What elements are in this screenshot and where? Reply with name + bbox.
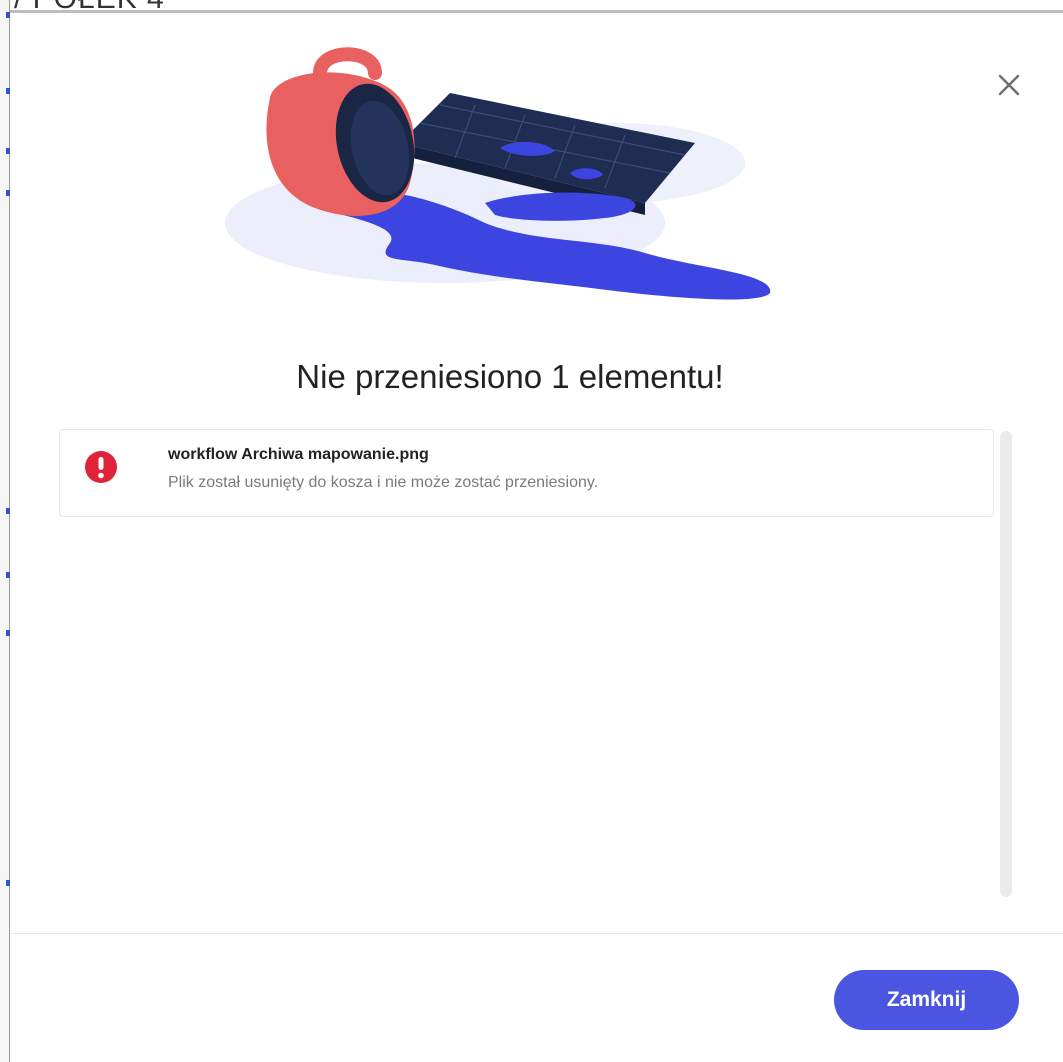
close-button[interactable]: Zamknij <box>834 970 1019 1030</box>
dialog-title: Nie przeniesiono 1 elementu! <box>296 358 724 395</box>
move-error-dialog: Nie przeniesiono 1 elementu! workflow Ar… <box>10 10 1063 1062</box>
error-icon <box>85 451 117 483</box>
list-item: workflow Archiwa mapowanie.png Plik zost… <box>59 429 994 517</box>
item-file-name: workflow Archiwa mapowanie.png <box>168 446 429 463</box>
spilled-mug-illustration <box>225 47 771 300</box>
list-scrollbar[interactable] <box>1000 431 1012 897</box>
item-error-message: Plik został usunięty do kosza i nie może… <box>168 474 599 491</box>
close-icon[interactable] <box>994 70 1024 100</box>
footer-divider <box>10 933 1063 934</box>
failed-items-list: workflow Archiwa mapowanie.png Plik zost… <box>59 429 994 899</box>
